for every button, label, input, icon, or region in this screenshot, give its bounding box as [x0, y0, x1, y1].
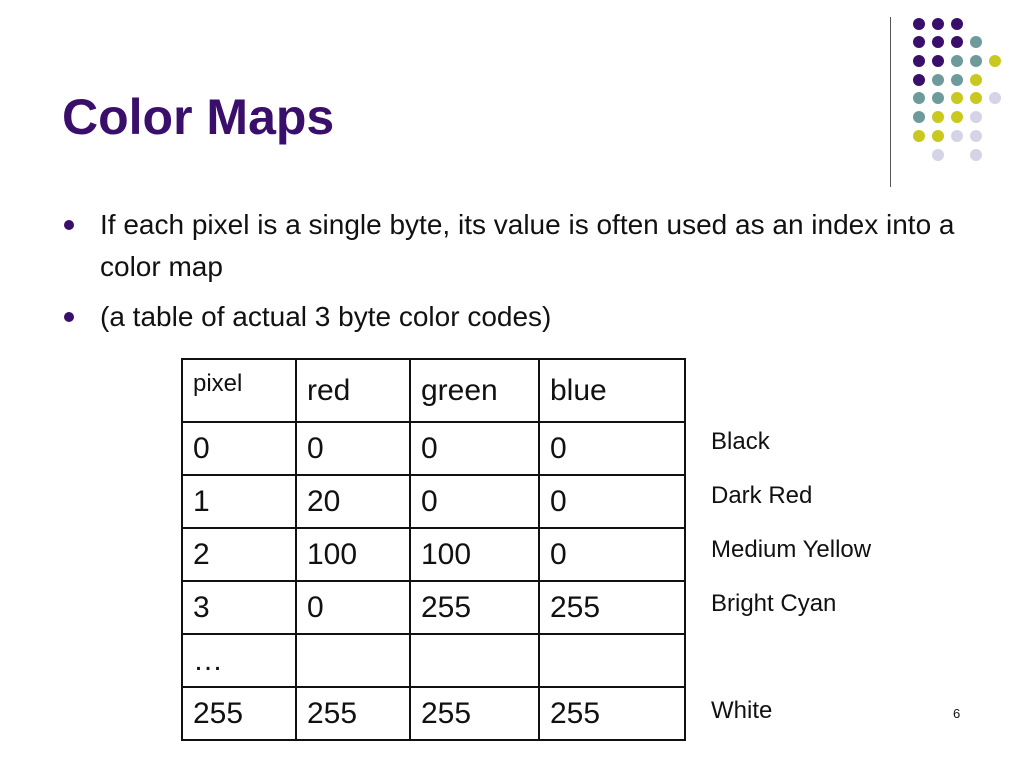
table-cell: 100 — [295, 527, 411, 582]
decor-dot — [970, 36, 982, 48]
decor-dot — [989, 92, 1001, 104]
table-cell: 255 — [295, 686, 411, 741]
bullet-text: (a table of actual 3 byte color codes) — [100, 301, 552, 332]
table-row: 0 0 0 0 — [181, 421, 686, 476]
decor-dot — [951, 111, 963, 123]
decor-dot — [913, 111, 925, 123]
table-cell — [295, 633, 411, 688]
bullet-dot-icon — [64, 220, 74, 230]
decor-dot — [970, 74, 982, 86]
color-label-dark-red: Dark Red — [711, 482, 813, 509]
table-row: 255 255 255 255 — [181, 686, 686, 741]
table-cell — [409, 633, 540, 688]
decor-dot — [970, 55, 982, 67]
decor-dot — [932, 36, 944, 48]
decor-dot — [970, 92, 982, 104]
color-label-black: Black — [711, 428, 770, 455]
bullet-dot-icon — [64, 312, 74, 322]
table-cell: 2 — [181, 527, 297, 582]
decor-dot — [932, 92, 944, 104]
table-cell: 255 — [181, 686, 297, 741]
table-cell: 100 — [409, 527, 540, 582]
slide: Color Maps If each pixel is a single byt… — [0, 0, 1024, 768]
table-cell: 0 — [295, 421, 411, 476]
decor-dot — [932, 149, 944, 161]
table-row: 1 20 0 0 — [181, 474, 686, 529]
decor-dot — [970, 130, 982, 142]
decor-dot — [951, 130, 963, 142]
bullet-item: If each pixel is a single byte, its valu… — [62, 204, 982, 288]
bullet-list: If each pixel is a single byte, its valu… — [62, 204, 982, 346]
decor-dot — [970, 111, 982, 123]
decor-dot — [913, 18, 925, 30]
decor-dot — [913, 55, 925, 67]
decor-dot — [932, 18, 944, 30]
table-row: 2 100 100 0 — [181, 527, 686, 582]
table-cell: 255 — [538, 580, 686, 635]
page-number: 6 — [953, 706, 961, 721]
header-cell-red: red — [295, 358, 411, 423]
decor-dot — [951, 92, 963, 104]
table-cell: … — [181, 633, 297, 688]
header-cell-blue: blue — [538, 358, 686, 423]
color-label-bright-cyan: Bright Cyan — [711, 590, 837, 617]
table-cell: 0 — [295, 580, 411, 635]
table-row: … — [181, 633, 686, 688]
table-header-row: pixel red green blue — [181, 358, 686, 423]
decor-dot — [951, 18, 963, 30]
table-cell: 0 — [538, 474, 686, 529]
decor-dot — [932, 55, 944, 67]
decor-dot — [913, 92, 925, 104]
decor-dot — [932, 74, 944, 86]
decor-dot — [932, 111, 944, 123]
table-cell: 0 — [538, 421, 686, 476]
decor-dot — [951, 55, 963, 67]
color-map-table: pixel red green blue 0 0 0 0 1 20 0 0 2 … — [181, 358, 686, 741]
decor-dot — [989, 55, 1001, 67]
table-cell: 20 — [295, 474, 411, 529]
decor-dot — [913, 74, 925, 86]
slide-title: Color Maps — [62, 89, 335, 145]
table-row: 3 0 255 255 — [181, 580, 686, 635]
header-cell-pixel: pixel — [181, 358, 297, 423]
table-cell: 255 — [409, 580, 540, 635]
table-cell: 255 — [538, 686, 686, 741]
decor-dot — [951, 36, 963, 48]
header-cell-green: green — [409, 358, 540, 423]
table-cell: 0 — [538, 527, 686, 582]
table-cell: 0 — [181, 421, 297, 476]
decor-dot — [913, 130, 925, 142]
table-cell: 0 — [409, 421, 540, 476]
color-label-medium-yellow: Medium Yellow — [711, 536, 872, 563]
color-label-white: White — [711, 697, 773, 724]
bullet-item: (a table of actual 3 byte color codes) — [62, 296, 982, 338]
decor-dot — [951, 74, 963, 86]
table-cell: 255 — [409, 686, 540, 741]
bullet-text: If each pixel is a single byte, its valu… — [100, 209, 955, 282]
table-cell: 3 — [181, 580, 297, 635]
title-divider-line — [890, 17, 891, 187]
decor-dot — [932, 130, 944, 142]
decor-dot — [970, 149, 982, 161]
table-cell — [538, 633, 686, 688]
table-cell: 1 — [181, 474, 297, 529]
table-cell: 0 — [409, 474, 540, 529]
decor-dot — [913, 36, 925, 48]
